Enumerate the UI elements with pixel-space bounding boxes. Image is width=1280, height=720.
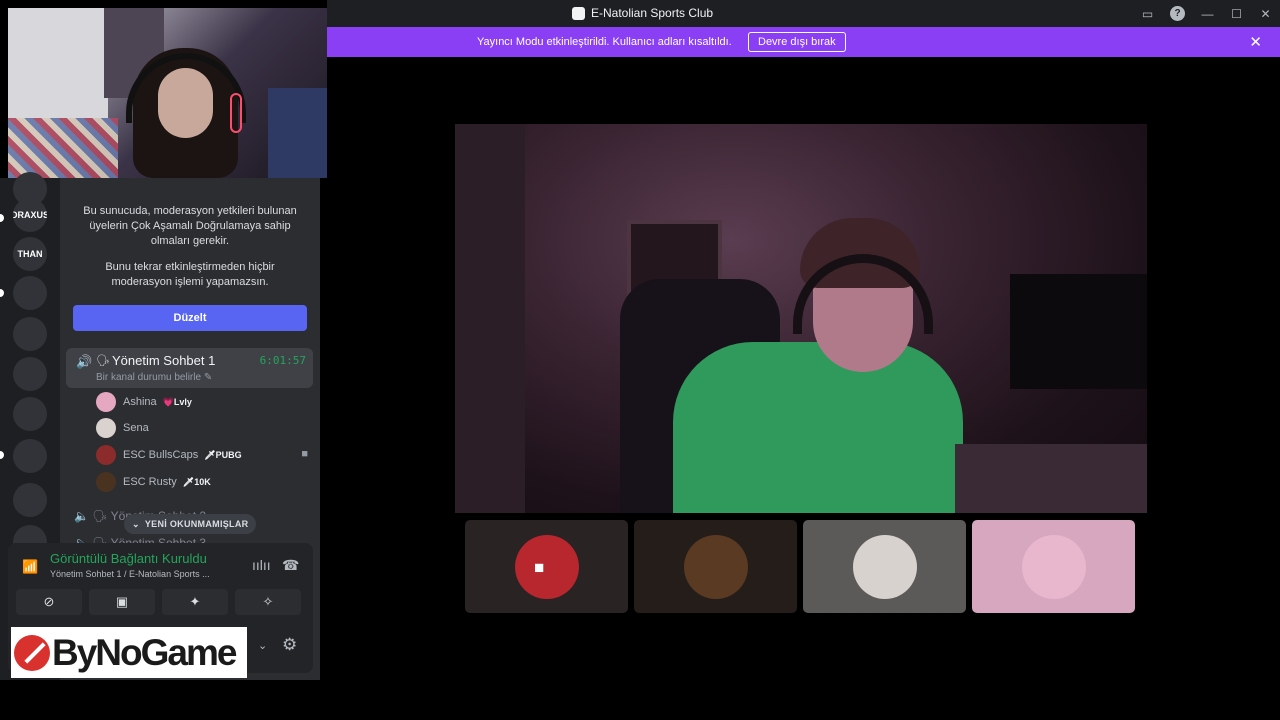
focused-video[interactable]	[455, 124, 1147, 513]
mfa-notice-text: Bu sunucuda, moderasyon yetkileri buluna…	[83, 205, 297, 247]
participant-tile[interactable]	[803, 520, 966, 613]
server-icon[interactable]	[13, 357, 47, 391]
video-camera-icon: ■	[534, 558, 545, 577]
video-person-body	[673, 342, 963, 513]
voice-member[interactable]: ESC BullsCaps 🗡PUBG	[96, 444, 242, 466]
screen-share-icon: ▣	[115, 594, 129, 609]
avatar	[1021, 534, 1086, 599]
banner-message: Yayıncı Modu etkinleştirildi. Kullanıcı …	[477, 36, 732, 48]
participant-tile[interactable]	[972, 520, 1135, 613]
voice-channel-active[interactable]: 🔊 🗣 Yönetim Sohbet 1 6:01:57 Bir kanal d…	[66, 348, 313, 388]
connection-actions: ⊘ ▣ ✦ ✧	[16, 589, 301, 615]
streamer-webcam	[8, 8, 327, 178]
server-icon[interactable]	[13, 317, 47, 351]
soundboard-icon: ✧	[262, 594, 274, 609]
server-unread-pill	[0, 214, 4, 222]
signal-icon[interactable]: 📶	[22, 559, 38, 575]
voice-connection-panel: 📶 Görüntülü Bağlantı Kuruldu Yönetim Soh…	[8, 543, 313, 621]
server-icon[interactable]: THAN	[13, 237, 47, 271]
disconnect-icon[interactable]: ☎	[282, 557, 299, 574]
server-icon[interactable]: DRAXUS	[13, 198, 47, 232]
server-unread-pill	[0, 451, 4, 459]
avatar	[514, 534, 579, 599]
member-tag: 🗡10K	[182, 476, 211, 487]
connection-channel[interactable]: Yönetim Sohbet 1 / E-Natolian Sports ...	[50, 569, 210, 579]
webcam-light	[268, 88, 327, 178]
chevron-down-icon[interactable]: ⌄	[258, 639, 267, 652]
webcam-wall	[8, 8, 108, 118]
voice-channel-icon: 🗣	[96, 355, 110, 367]
connection-status[interactable]: Görüntülü Bağlantı Kuruldu	[50, 551, 207, 566]
member-name: Ashina	[123, 396, 157, 408]
screen-share-button[interactable]: ▣	[89, 589, 155, 615]
camera-off-icon: ⊘	[43, 594, 55, 609]
minimize-icon[interactable]: —	[1193, 7, 1222, 21]
avatar	[96, 392, 116, 412]
new-unreads-label: YENİ OKUNMAMIŞLAR	[144, 519, 249, 529]
participant-tile[interactable]: ■	[465, 520, 628, 613]
webcam-headset-light	[230, 93, 242, 133]
member-name: ESC BullsCaps	[123, 449, 199, 461]
member-tag: 💗Lvly	[162, 396, 192, 407]
server-icon[interactable]	[13, 439, 47, 473]
disable-streamer-mode-button[interactable]: Devre dışı bırak	[748, 32, 846, 52]
watermark-logo: ByNoGame	[11, 627, 247, 678]
noise-suppression-icon[interactable]: ıılıı	[252, 557, 271, 573]
webcam-bed	[8, 118, 118, 178]
server-icon[interactable]	[13, 276, 47, 310]
chevron-down-icon: ⌄	[132, 518, 140, 529]
window-titlebar: E-Natolian Sports Club ▭ ? — ☐ ✕	[327, 0, 1280, 27]
participant-tile[interactable]	[634, 520, 797, 613]
avatar	[852, 534, 917, 599]
voice-member[interactable]: Sena	[96, 417, 149, 439]
member-tag: 🗡PUBG	[204, 449, 242, 460]
member-name: Sena	[123, 422, 149, 434]
voice-member[interactable]: ESC Rusty 🗡10K	[96, 471, 211, 493]
member-name: ESC Rusty	[123, 476, 177, 488]
camera-off-button[interactable]: ⊘	[16, 589, 82, 615]
soundboard-button[interactable]: ✧	[235, 589, 301, 615]
avatar	[96, 445, 116, 465]
fix-mfa-button[interactable]: Düzelt	[73, 305, 307, 331]
avatar	[96, 472, 116, 492]
mfa-notice: Bu sunucuda, moderasyon yetkileri buluna…	[60, 178, 320, 290]
activities-button[interactable]: ✦	[162, 589, 228, 615]
streamer-mode-banner: Yayıncı Modu etkinleştirildi. Kullanıcı …	[327, 27, 1280, 57]
video-camera-icon: ■	[301, 448, 308, 460]
video-tv	[1010, 274, 1147, 389]
avatar	[96, 418, 116, 438]
voice-channel-timer: 6:01:57	[259, 354, 306, 367]
participant-tiles: ■	[465, 520, 1135, 613]
window-title-text: E-Natolian Sports Club	[591, 6, 714, 20]
channel-status-input[interactable]: Bir kanal durumu belirle ✎	[96, 372, 212, 383]
avatar	[683, 534, 748, 599]
maximize-icon[interactable]: ☐	[1222, 7, 1251, 21]
window-controls: ▭ ? — ☐ ✕	[1133, 0, 1280, 27]
help-icon[interactable]: ?	[1170, 6, 1185, 21]
gear-icon[interactable]: ⚙	[282, 635, 297, 655]
server-icon[interactable]	[13, 483, 47, 517]
mfa-notice-warning: Bunu tekrar etkinleştirmeden hiçbir mode…	[105, 261, 275, 288]
window-title: E-Natolian Sports Club	[572, 6, 713, 20]
server-icon[interactable]	[13, 397, 47, 431]
server-unread-pill	[0, 289, 4, 297]
new-unreads-pill[interactable]: ⌄ YENİ OKUNMAMIŞLAR	[124, 514, 257, 534]
voice-member[interactable]: Ashina 💗Lvly	[96, 391, 192, 413]
activities-icon: ✦	[189, 594, 201, 609]
voice-channel-name: Yönetim Sohbet 1	[112, 353, 216, 368]
inbox-icon[interactable]: ▭	[1133, 7, 1162, 21]
close-icon[interactable]: ✕	[1249, 33, 1262, 51]
close-icon[interactable]: ✕	[1251, 7, 1280, 21]
video-stage: ■	[327, 57, 1280, 680]
pencil-icon: ✎	[203, 372, 213, 383]
server-icon	[572, 6, 585, 20]
video-door	[455, 124, 525, 513]
video-desk	[955, 444, 1147, 513]
speaker-icon: 🔊	[76, 354, 93, 369]
logo-mark	[14, 634, 50, 671]
logo-wordmark: ByNoGame	[52, 631, 237, 673]
